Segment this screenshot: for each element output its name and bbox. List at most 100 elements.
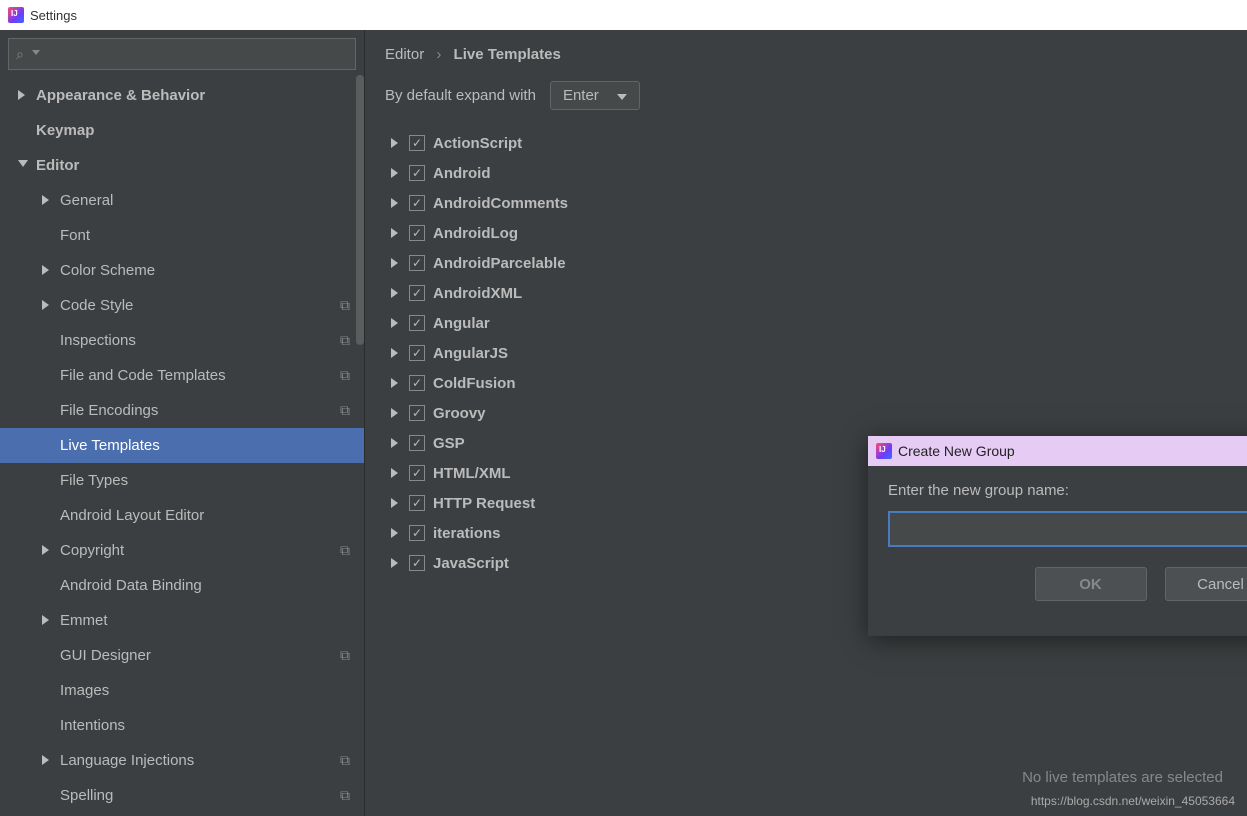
sidebar-item-label: Android Data Binding bbox=[60, 577, 202, 594]
scope-icon: ⧉ bbox=[340, 647, 350, 664]
sidebar-item-label: Keymap bbox=[36, 122, 94, 139]
checkbox[interactable] bbox=[409, 195, 425, 211]
checkbox[interactable] bbox=[409, 225, 425, 241]
checkbox[interactable] bbox=[409, 135, 425, 151]
template-group-androidxml[interactable]: AndroidXML bbox=[385, 278, 1227, 308]
cancel-button[interactable]: Cancel bbox=[1165, 567, 1247, 601]
template-group-label: GSP bbox=[433, 435, 465, 452]
sidebar-item-editor[interactable]: Editor bbox=[0, 148, 364, 183]
sidebar-item-label: Code Style bbox=[60, 297, 133, 314]
main-panel: Editor › Live Templates By default expan… bbox=[365, 30, 1247, 816]
template-group-androidcomments[interactable]: AndroidComments bbox=[385, 188, 1227, 218]
template-group-label: Android bbox=[433, 165, 491, 182]
sidebar-item-keymap[interactable]: Keymap bbox=[0, 113, 364, 148]
sidebar-item-label: General bbox=[60, 192, 113, 209]
sidebar-item-label: Language Injections bbox=[60, 752, 194, 769]
template-group-angular[interactable]: Angular bbox=[385, 308, 1227, 338]
sidebar-item-label: Font bbox=[60, 227, 90, 244]
sidebar-item-label: GUI Designer bbox=[60, 647, 151, 664]
sidebar-item-color-scheme[interactable]: Color Scheme bbox=[0, 253, 364, 288]
scope-icon: ⧉ bbox=[340, 297, 350, 314]
checkbox[interactable] bbox=[409, 315, 425, 331]
app-icon bbox=[8, 7, 24, 23]
chevron-right-icon bbox=[42, 545, 54, 557]
scope-icon: ⧉ bbox=[340, 752, 350, 769]
template-group-androidlog[interactable]: AndroidLog bbox=[385, 218, 1227, 248]
sidebar-item-general[interactable]: General bbox=[0, 183, 364, 218]
checkbox[interactable] bbox=[409, 345, 425, 361]
sidebar-item-spelling[interactable]: Spelling⧉ bbox=[0, 778, 364, 813]
sidebar-item-label: Images bbox=[60, 682, 109, 699]
chevron-right-icon bbox=[391, 168, 401, 178]
checkbox[interactable] bbox=[409, 525, 425, 541]
template-group-coldfusion[interactable]: ColdFusion bbox=[385, 368, 1227, 398]
watermark: https://blog.csdn.net/weixin_45053664 bbox=[1031, 794, 1235, 808]
dialog-body: Enter the new group name: OK Cancel bbox=[868, 466, 1247, 617]
scope-icon: ⧉ bbox=[340, 787, 350, 804]
scope-icon: ⧉ bbox=[340, 367, 350, 384]
template-group-android[interactable]: Android bbox=[385, 158, 1227, 188]
checkbox[interactable] bbox=[409, 405, 425, 421]
template-group-label: Groovy bbox=[433, 405, 486, 422]
app-icon bbox=[876, 443, 892, 459]
sidebar-item-label: Android Layout Editor bbox=[60, 507, 204, 524]
sidebar-item-label: Color Scheme bbox=[60, 262, 155, 279]
checkbox[interactable] bbox=[409, 465, 425, 481]
template-group-androidparcelable[interactable]: AndroidParcelable bbox=[385, 248, 1227, 278]
checkbox[interactable] bbox=[409, 165, 425, 181]
template-group-label: AngularJS bbox=[433, 345, 508, 362]
sidebar-item-label: File and Code Templates bbox=[60, 367, 226, 384]
template-group-actionscript[interactable]: ActionScript bbox=[385, 128, 1227, 158]
template-group-groovy[interactable]: Groovy bbox=[385, 398, 1227, 428]
scope-icon: ⧉ bbox=[340, 332, 350, 349]
checkbox[interactable] bbox=[409, 375, 425, 391]
sidebar-item-android-layout-editor[interactable]: Android Layout Editor bbox=[0, 498, 364, 533]
template-group-label: JavaScript bbox=[433, 555, 509, 572]
search-input[interactable] bbox=[8, 38, 356, 70]
sidebar-item-file-and-code-templates[interactable]: File and Code Templates ⧉ bbox=[0, 358, 364, 393]
sidebar-item-images[interactable]: Images bbox=[0, 673, 364, 708]
sidebar-item-font[interactable]: Font bbox=[0, 218, 364, 253]
chevron-right-icon bbox=[42, 265, 54, 277]
template-group-label: HTML/XML bbox=[433, 465, 510, 482]
scope-icon: ⧉ bbox=[340, 542, 350, 559]
sidebar-item-file-types[interactable]: File Types bbox=[0, 463, 364, 498]
sidebar-item-live-templates[interactable]: Live Templates bbox=[0, 428, 364, 463]
checkbox[interactable] bbox=[409, 255, 425, 271]
group-name-input[interactable] bbox=[888, 511, 1247, 547]
checkbox[interactable] bbox=[409, 435, 425, 451]
chevron-down-icon[interactable] bbox=[32, 50, 40, 55]
checkbox[interactable] bbox=[409, 555, 425, 571]
sidebar-item-inspections[interactable]: Inspections⧉ bbox=[0, 323, 364, 358]
expand-row: By default expand with Enter bbox=[385, 81, 1227, 110]
sidebar-item-appearance-behavior[interactable]: Appearance & Behavior bbox=[0, 78, 364, 113]
expand-label: By default expand with bbox=[385, 87, 536, 104]
sidebar-item-file-encodings[interactable]: File Encodings⧉ bbox=[0, 393, 364, 428]
ok-button[interactable]: OK bbox=[1035, 567, 1147, 601]
sidebar-item-label: Emmet bbox=[60, 612, 108, 629]
sidebar-item-android-data-binding[interactable]: Android Data Binding bbox=[0, 568, 364, 603]
chevron-right-icon bbox=[391, 438, 401, 448]
checkbox[interactable] bbox=[409, 495, 425, 511]
expand-dropdown[interactable]: Enter bbox=[550, 81, 640, 110]
checkbox[interactable] bbox=[409, 285, 425, 301]
dialog-label: Enter the new group name: bbox=[888, 482, 1247, 499]
sidebar-item-emmet[interactable]: Emmet bbox=[0, 603, 364, 638]
chevron-right-icon bbox=[391, 318, 401, 328]
sidebar-item-code-style[interactable]: Code Style ⧉ bbox=[0, 288, 364, 323]
breadcrumb-sep: › bbox=[436, 46, 441, 63]
dialog-buttons: OK Cancel bbox=[888, 567, 1247, 601]
chevron-right-icon bbox=[18, 90, 30, 102]
window-title: Settings bbox=[30, 8, 77, 23]
template-group-angularjs[interactable]: AngularJS bbox=[385, 338, 1227, 368]
dialog-titlebar[interactable]: Create New Group ✕ bbox=[868, 436, 1247, 466]
sidebar-item-language-injections[interactable]: Language Injections ⧉ bbox=[0, 743, 364, 778]
scrollbar[interactable] bbox=[356, 75, 364, 345]
sidebar-item-label: Live Templates bbox=[60, 437, 160, 454]
chevron-right-icon bbox=[391, 258, 401, 268]
breadcrumb-seg[interactable]: Editor bbox=[385, 46, 424, 63]
search-icon: ⌕ bbox=[16, 46, 24, 63]
sidebar-item-gui-designer[interactable]: GUI Designer ⧉ bbox=[0, 638, 364, 673]
sidebar-item-copyright[interactable]: Copyright⧉ bbox=[0, 533, 364, 568]
sidebar-item-intentions[interactable]: Intentions bbox=[0, 708, 364, 743]
